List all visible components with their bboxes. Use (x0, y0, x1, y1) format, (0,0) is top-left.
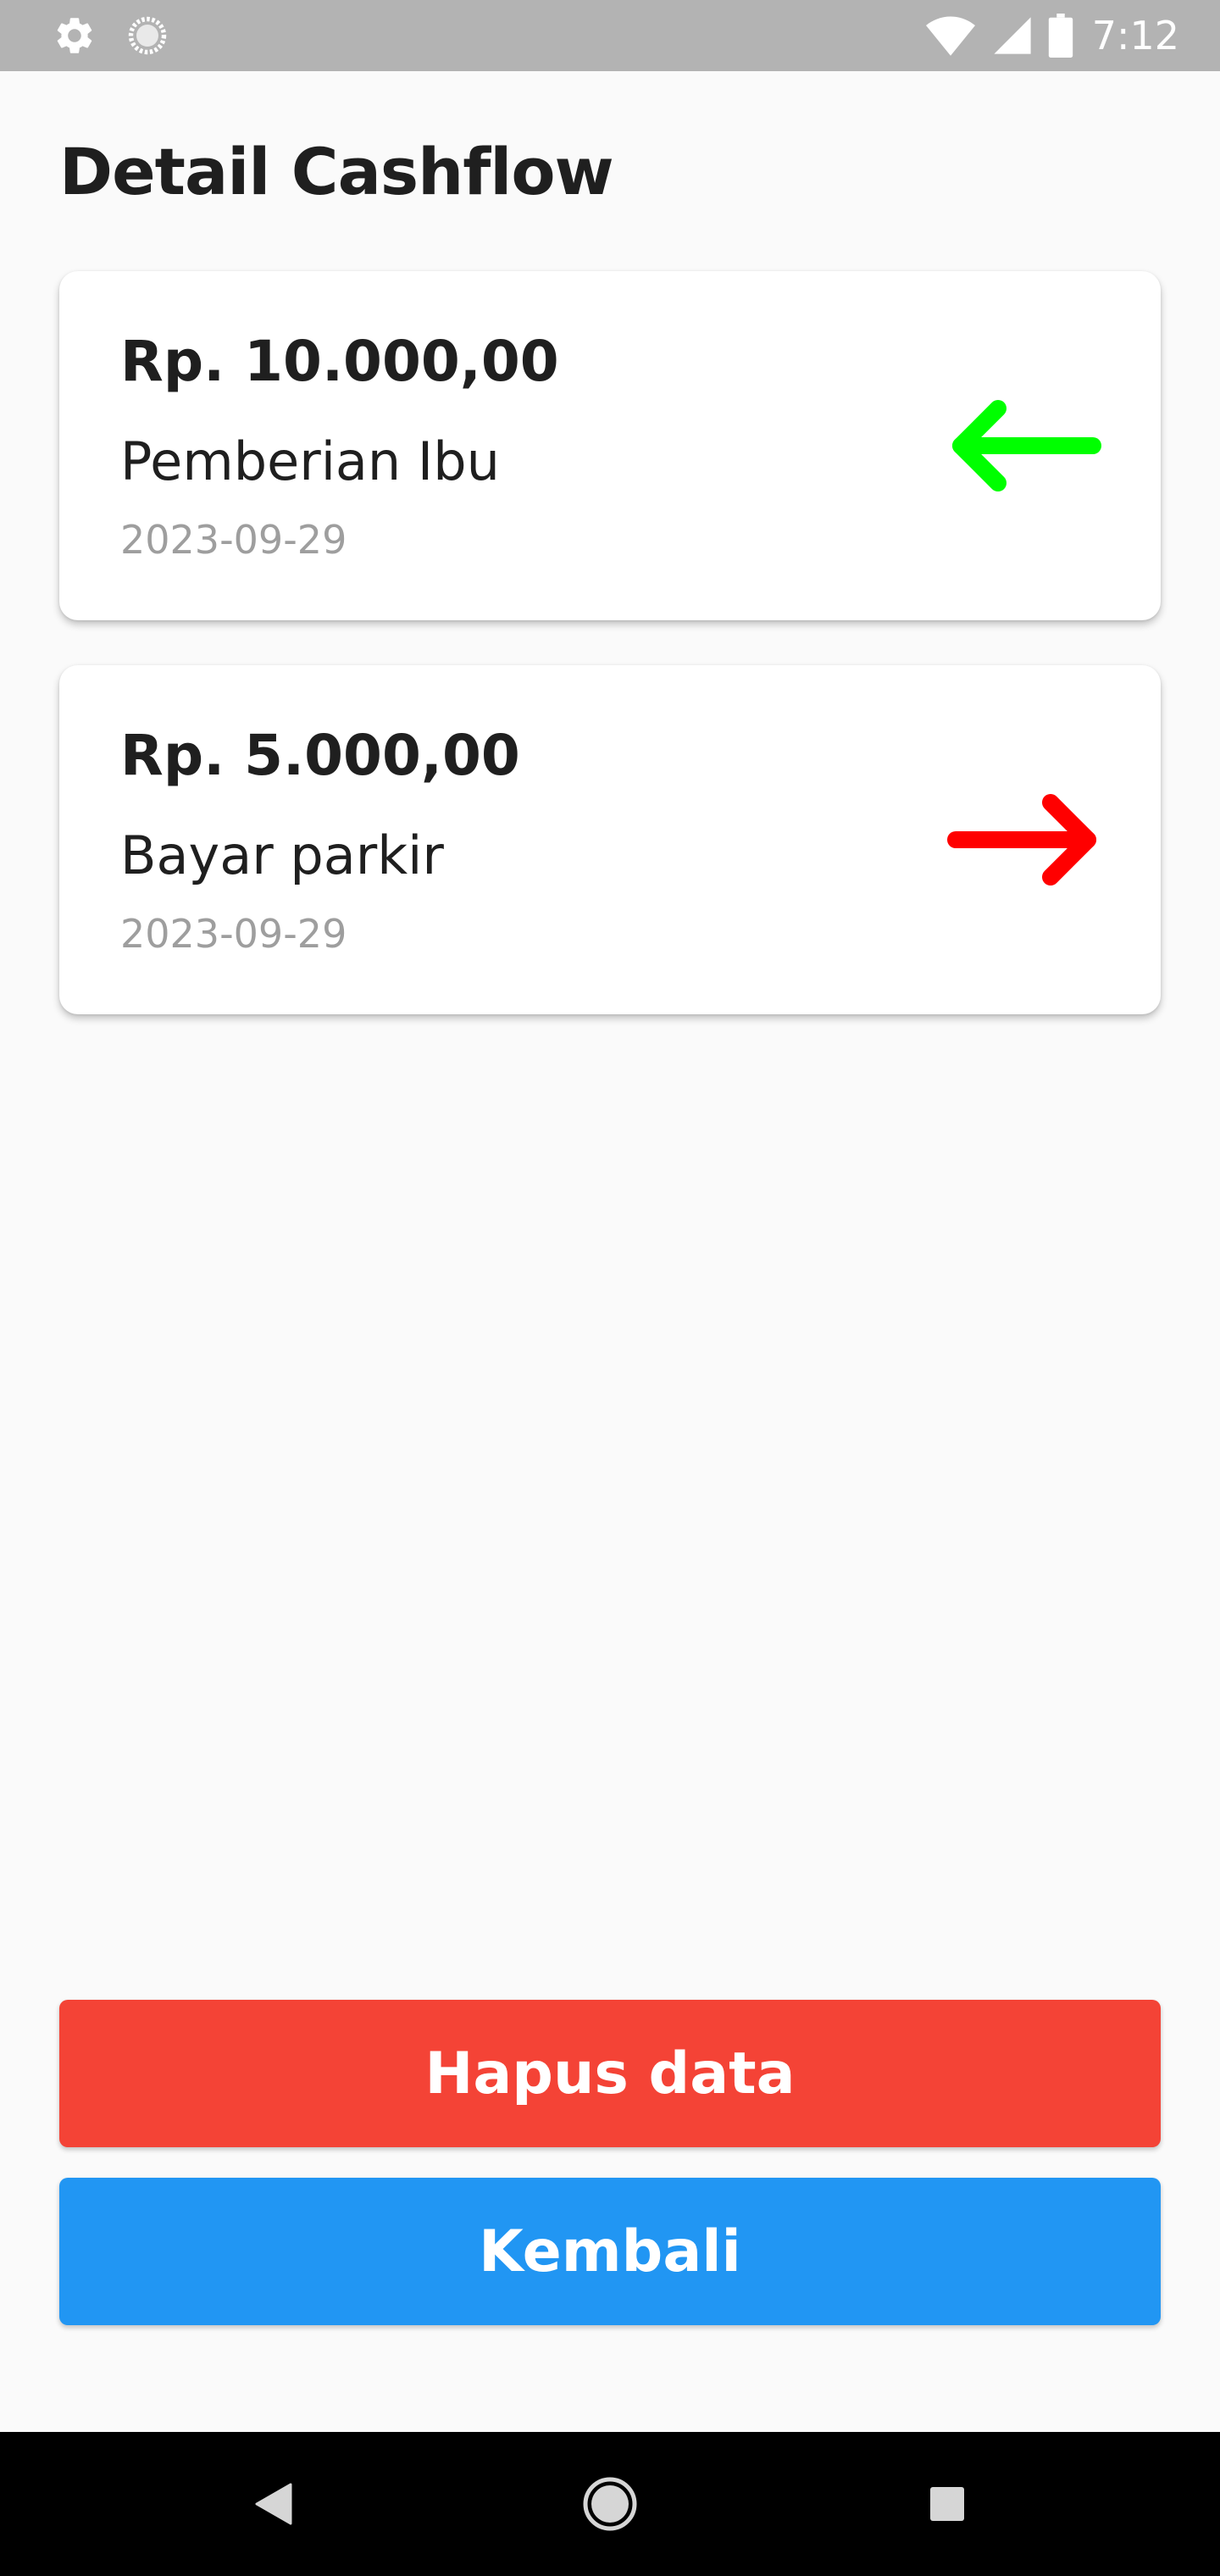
settings-icon (57, 18, 92, 53)
signal-icon (994, 17, 1031, 54)
wifi-icon (925, 16, 975, 56)
nav-back-button[interactable] (230, 2462, 315, 2546)
transaction-amount: Rp. 5.000,00 (120, 723, 520, 788)
nav-home-button[interactable] (568, 2462, 652, 2546)
page-title: Detail Cashflow (59, 134, 614, 209)
back-triangle-icon (255, 2483, 292, 2525)
loading-icon (128, 16, 167, 55)
transaction-date: 2023-09-29 (120, 911, 347, 957)
arrow-left-icon (952, 400, 1101, 491)
status-bar: 7:12 (0, 0, 1220, 71)
transaction-card[interactable]: Rp. 10.000,00 Pemberian Ibu 2023-09-29 (59, 271, 1161, 620)
transaction-description: Bayar parkir (120, 824, 444, 886)
navigation-bar (0, 2432, 1220, 2576)
back-button[interactable]: Kembali (59, 2178, 1161, 2325)
transaction-description: Pemberian Ibu (120, 430, 500, 492)
transaction-amount: Rp. 10.000,00 (120, 329, 559, 394)
battery-icon (1048, 14, 1073, 58)
transaction-card[interactable]: Rp. 5.000,00 Bayar parkir 2023-09-29 (59, 665, 1161, 1014)
recents-square-icon (930, 2487, 964, 2521)
status-icons: 7:12 (909, 0, 1179, 71)
delete-data-button[interactable]: Hapus data (59, 2000, 1161, 2147)
arrow-right-icon (947, 794, 1096, 886)
nav-recents-button[interactable] (905, 2462, 990, 2546)
transaction-date: 2023-09-29 (120, 517, 347, 563)
home-circle-icon (583, 2477, 637, 2531)
screen: 7:12 Detail Cashflow Rp. 10.000,00 Pembe… (0, 0, 1220, 2576)
status-time: 7:12 (1091, 13, 1179, 58)
